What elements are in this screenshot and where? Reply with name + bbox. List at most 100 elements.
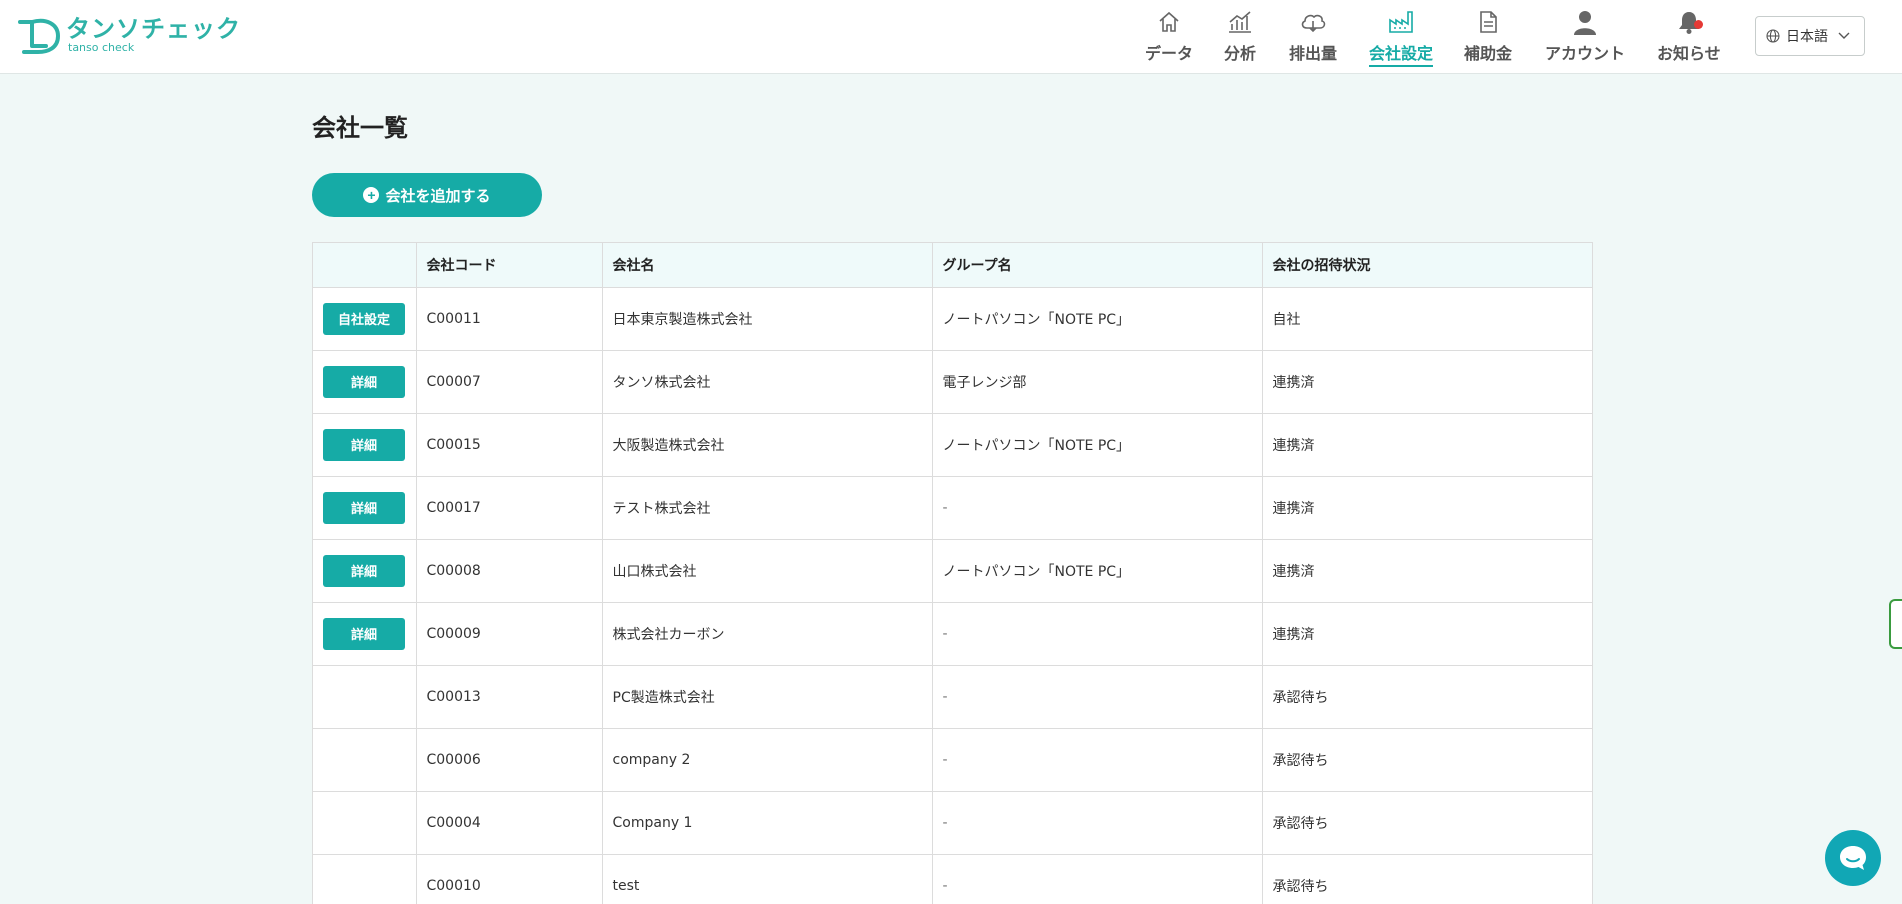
globe-icon	[1766, 29, 1780, 43]
cell-status: 連携済	[1262, 602, 1592, 666]
nav-notifications[interactable]: お知らせ	[1657, 0, 1721, 74]
table-row: C00004 Company 1 - 承認待ち	[313, 791, 1592, 855]
cell-code: C00004	[416, 791, 603, 855]
table-row: 詳細 C00015 大阪製造株式会社 ノートパソコン「NOTE PC」 連携済	[313, 413, 1592, 477]
cell-code: C00017	[416, 476, 603, 540]
nav-analysis[interactable]: 分析	[1224, 0, 1256, 74]
cell-status: 連携済	[1262, 350, 1592, 414]
detail-button[interactable]: 詳細	[323, 554, 405, 587]
nav-company-settings[interactable]: 会社設定	[1369, 0, 1434, 74]
table-row: 自社設定 C00011 日本東京製造株式会社 ノートパソコン「NOTE PC」 …	[313, 287, 1592, 351]
bell-icon	[1675, 8, 1703, 36]
user-icon	[1571, 8, 1599, 36]
top-header: タンソチェック tanso check データ 分析 排出量 会社設定 補助金	[0, 0, 1902, 74]
logo-text: タンソチェック tanso check	[66, 16, 241, 54]
language-value: 日本語	[1786, 29, 1828, 45]
cell-name: テスト株式会社	[602, 476, 933, 540]
brand-name: タンソチェック	[66, 15, 241, 43]
nav-company-settings-label: 会社設定	[1369, 40, 1434, 67]
chat-bubble-icon	[1840, 846, 1866, 870]
detail-button[interactable]: 詳細	[323, 365, 405, 398]
cell-code: C00011	[416, 287, 603, 351]
cell-code: C00007	[416, 350, 603, 414]
cell-name: 大阪製造株式会社	[602, 413, 933, 477]
table-row: 詳細 C00007 タンソ株式会社 電子レンジ部 連携済	[313, 350, 1592, 414]
nav-subsidy-label: 補助金	[1464, 44, 1513, 63]
cell-name: PC製造株式会社	[602, 665, 933, 729]
cell-code: C00006	[416, 728, 603, 792]
brand-sub: tanso check	[68, 41, 135, 54]
cell-action-empty	[313, 665, 417, 729]
cell-group: -	[932, 728, 1263, 792]
cell-group: ノートパソコン「NOTE PC」	[932, 413, 1263, 477]
nav-emissions-label: 排出量	[1289, 44, 1338, 63]
cell-code: C00010	[416, 854, 603, 904]
feedback-side-tab[interactable]	[1889, 599, 1902, 649]
document-icon	[1474, 8, 1502, 36]
add-company-button[interactable]: + 会社を追加する	[312, 173, 542, 217]
cell-group: -	[932, 602, 1263, 666]
cell-action-empty	[313, 728, 417, 792]
cell-status: 連携済	[1262, 413, 1592, 477]
detail-button[interactable]: 詳細	[323, 491, 405, 524]
cell-group: 電子レンジ部	[932, 350, 1263, 414]
nav-data-label: データ	[1145, 44, 1194, 63]
cell-name: 山口株式会社	[602, 539, 933, 603]
table-row: C00013 PC製造株式会社 - 承認待ち	[313, 665, 1592, 729]
cell-group: -	[932, 476, 1263, 540]
cell-name: 株式会社カーボン	[602, 602, 933, 666]
add-company-label: 会社を追加する	[385, 187, 491, 205]
cell-name: 日本東京製造株式会社	[602, 287, 933, 351]
nav-analysis-label: 分析	[1224, 44, 1257, 63]
language-select[interactable]: 日本語	[1755, 16, 1865, 56]
header-invite-status: 会社の招待状況	[1262, 243, 1592, 288]
table-row: 詳細 C00017 テスト株式会社 - 連携済	[313, 476, 1592, 540]
table-header-row: 会社コード 会社名 グループ名 会社の招待状況	[313, 243, 1592, 288]
cell-code: C00013	[416, 665, 603, 729]
cell-status: 承認待ち	[1262, 665, 1592, 729]
nav-emissions[interactable]: 排出量	[1289, 0, 1337, 74]
cell-name: test	[602, 854, 933, 904]
table-row: C00006 company 2 - 承認待ち	[313, 728, 1592, 792]
header-company-code: 会社コード	[416, 243, 603, 288]
nav-notifications-label: お知らせ	[1657, 44, 1721, 63]
cell-action-empty	[313, 791, 417, 855]
cell-group: ノートパソコン「NOTE PC」	[932, 287, 1263, 351]
own-settings-button[interactable]: 自社設定	[323, 302, 405, 335]
cell-status: 連携済	[1262, 539, 1592, 603]
nav-data[interactable]: データ	[1145, 0, 1193, 74]
nav-account[interactable]: アカウント	[1545, 0, 1625, 74]
cell-status: 承認待ち	[1262, 854, 1592, 904]
page-title: 会社一覧	[312, 114, 408, 142]
cell-status: 承認待ち	[1262, 728, 1592, 792]
company-table: 会社コード 会社名 グループ名 会社の招待状況 自社設定 C00011 日本東京…	[312, 242, 1593, 904]
cell-name: タンソ株式会社	[602, 350, 933, 414]
table-row: C00010 test - 承認待ち	[313, 854, 1592, 904]
cloud-icon	[1299, 8, 1327, 36]
nav-account-label: アカウント	[1545, 44, 1626, 63]
cell-name: Company 1	[602, 791, 933, 855]
cell-status: 連携済	[1262, 476, 1592, 540]
table-row: 詳細 C00008 山口株式会社 ノートパソコン「NOTE PC」 連携済	[313, 539, 1592, 603]
factory-icon	[1387, 8, 1415, 36]
header-action	[313, 243, 417, 288]
cell-status: 承認待ち	[1262, 791, 1592, 855]
chevron-down-icon	[1838, 32, 1850, 39]
brand-logo[interactable]: タンソチェック tanso check	[16, 16, 241, 58]
cell-group: -	[932, 665, 1263, 729]
cell-group: ノートパソコン「NOTE PC」	[932, 539, 1263, 603]
cell-group: -	[932, 791, 1263, 855]
cell-status: 自社	[1262, 287, 1592, 351]
detail-button[interactable]: 詳細	[323, 617, 405, 650]
detail-button[interactable]: 詳細	[323, 428, 405, 461]
header-group-name: グループ名	[932, 243, 1263, 288]
home-icon	[1155, 8, 1183, 36]
cell-code: C00008	[416, 539, 603, 603]
plus-circle-icon: +	[363, 187, 380, 203]
nav-subsidy[interactable]: 補助金	[1464, 0, 1512, 74]
logo-mark-icon	[18, 18, 61, 54]
chat-button[interactable]	[1825, 830, 1881, 886]
cell-code: C00009	[416, 602, 603, 666]
cell-group: -	[932, 854, 1263, 904]
header-company-name: 会社名	[602, 243, 933, 288]
